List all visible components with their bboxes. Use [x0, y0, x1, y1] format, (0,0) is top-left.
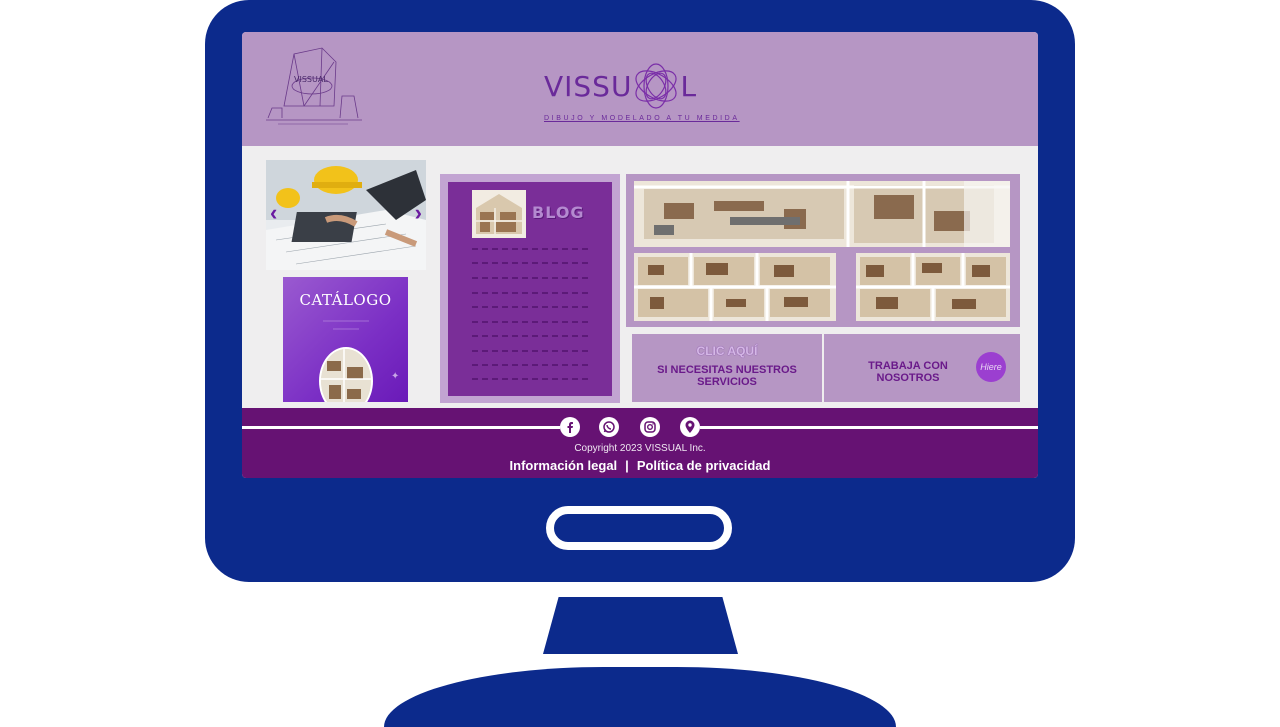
floorplan-wide-image[interactable] [634, 181, 1010, 247]
facebook-icon[interactable] [560, 417, 580, 437]
brand-name-right: L [680, 69, 698, 103]
blog-line [472, 277, 588, 279]
blog-line [472, 321, 588, 323]
blog-line [472, 378, 588, 380]
cta-services-text: SI NECESITAS NUESTROS SERVICIOS [657, 364, 797, 388]
blog-title: BLOG [532, 203, 585, 222]
footer-divider-left [242, 426, 560, 429]
floorplan-right-image[interactable] [856, 253, 1010, 321]
work-with-us-button[interactable]: TRABAJA CON NOSOTROS Hiere [824, 334, 1020, 402]
instagram-icon[interactable] [640, 417, 660, 437]
carousel-prev-button[interactable]: ‹ [270, 200, 277, 226]
site-footer: Copyright 2023 VISSUAL Inc. Información … [242, 408, 1038, 478]
monitor-base [384, 667, 896, 727]
brand-tagline: DIBUJO Y MODELADO A TU MEDIDA [544, 115, 740, 122]
whatsapp-icon[interactable] [599, 417, 619, 437]
blog-line [472, 306, 588, 308]
catalog-title: CATÁLOGO [299, 291, 392, 309]
sparkle-icon: ✦ [391, 371, 400, 382]
corner-logo-text: VISSUAL [294, 75, 328, 84]
blog-line [472, 292, 588, 294]
work-with-us-text: TRABAJA CON NOSOTROS [868, 360, 948, 384]
catalog-floorplan-image [319, 347, 373, 402]
floorplan-left-image[interactable] [634, 253, 836, 321]
hero-carousel[interactable]: ‹ › [266, 160, 426, 270]
catalog-decoration [323, 320, 369, 330]
blog-line [472, 262, 588, 264]
site-header: VISSUAL VISSU L DIBUJO Y MODELADO A TU M… [242, 32, 1038, 146]
blog-house-image [472, 190, 526, 238]
blog-line [472, 364, 588, 366]
blog-line [472, 335, 588, 337]
carousel-next-button[interactable]: › [415, 200, 422, 226]
brand-logo[interactable]: VISSU L [544, 56, 697, 116]
building-logo-icon[interactable]: VISSUAL [264, 42, 364, 126]
monitor-power-slot [546, 506, 732, 550]
link-separator: | [625, 458, 629, 473]
swirl-logo-icon [635, 63, 678, 109]
privacy-policy-link[interactable]: Política de privacidad [637, 458, 771, 473]
blog-line [472, 350, 588, 352]
copyright-text: Copyright 2023 VISSUAL Inc. [574, 443, 706, 454]
legal-links: Información legal | Política de privacidad [242, 458, 1038, 473]
blog-line [472, 248, 588, 250]
monitor-neck [543, 597, 738, 654]
brand-name-left: VISSU [544, 69, 633, 103]
catalog-card[interactable]: CATÁLOGO ✦ [283, 277, 408, 402]
legal-info-link[interactable]: Información legal [510, 458, 618, 473]
footer-divider-right [700, 426, 1038, 429]
hire-badge-icon: Hiere [976, 352, 1006, 382]
hero-image [266, 160, 426, 270]
website-screen: VISSUAL VISSU L DIBUJO Y MODELADO A TU M… [242, 32, 1038, 478]
cta-click-label: CLIC AQUÍ [696, 344, 758, 358]
services-cta-button[interactable]: CLIC AQUÍ SI NECESITAS NUESTROS SERVICIO… [632, 334, 822, 402]
location-pin-icon[interactable] [680, 417, 700, 437]
